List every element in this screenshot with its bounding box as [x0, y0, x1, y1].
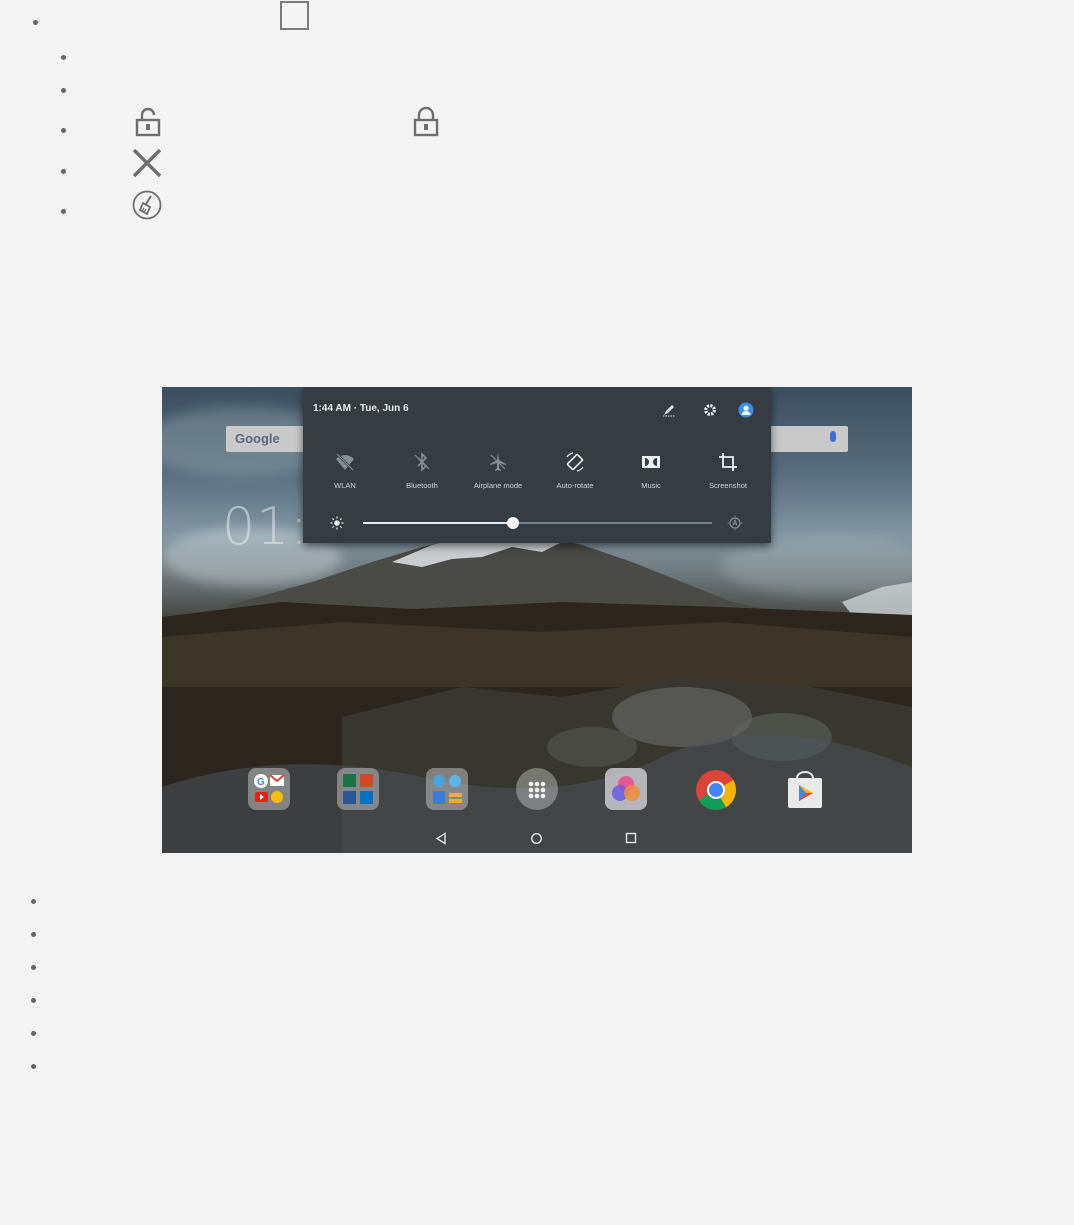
- quick-settings-panel: 1:44 AM · Tue, Jun 6 WLAN Bluetooth Airp…: [303, 387, 771, 543]
- tile-label: Music: [641, 481, 661, 490]
- list-bullet: [31, 1031, 36, 1036]
- gallery-app-icon[interactable]: [605, 768, 647, 810]
- tools-folder-icon[interactable]: [426, 768, 468, 810]
- tile-label: Bluetooth: [406, 481, 438, 490]
- auto-brightness-icon[interactable]: [727, 515, 743, 531]
- list-bullet: [61, 169, 66, 174]
- time-date: 1:44 AM · Tue, Jun 6: [313, 403, 409, 414]
- brightness-slider-thumb[interactable]: [507, 517, 520, 529]
- settings-gear-icon[interactable]: [702, 402, 718, 418]
- tile-auto-rotate[interactable]: Auto-rotate: [537, 451, 613, 490]
- tile-label: Airplane mode: [473, 481, 523, 490]
- list-bullet: [31, 899, 36, 904]
- tablet-home-screenshot: Google 01: 1:44 AM · Tue, Jun 6 WLAN Blu…: [162, 387, 912, 853]
- recent-apps-square-icon: [280, 1, 309, 30]
- clean-broom-icon: [132, 190, 162, 220]
- list-bullet: [61, 55, 66, 60]
- brightness-slider-fill: [363, 522, 514, 524]
- color-circles-icon: [612, 776, 640, 801]
- play-store-app-icon[interactable]: [783, 768, 825, 810]
- list-bullet: [31, 965, 36, 970]
- list-bullet: [61, 209, 66, 214]
- brightness-slider[interactable]: [363, 517, 712, 529]
- list-bullet: [61, 128, 66, 133]
- folder-contents-icon: [343, 774, 373, 804]
- close-icon: [132, 148, 162, 178]
- chrome-app-icon[interactable]: [694, 768, 736, 810]
- tile-label: Auto-rotate: [556, 481, 594, 490]
- lock-icon: [413, 106, 439, 137]
- list-bullet: [31, 1064, 36, 1069]
- bluetooth-off-icon: [414, 452, 430, 472]
- all-apps-icon[interactable]: [516, 768, 558, 810]
- tile-music[interactable]: Music: [613, 451, 689, 490]
- navigation-bar: [162, 825, 912, 853]
- home-icon[interactable]: [530, 832, 543, 845]
- list-bullet: [61, 88, 66, 93]
- folder-contents-icon: [433, 775, 462, 804]
- tile-screenshot[interactable]: Screenshot: [690, 451, 766, 490]
- office-folder-icon[interactable]: [337, 768, 379, 810]
- user-avatar-icon[interactable]: [738, 402, 754, 418]
- unlock-icon: [135, 107, 161, 137]
- google-apps-folder-icon[interactable]: G: [248, 768, 290, 810]
- google-logo: Google: [235, 431, 280, 446]
- tile-wlan[interactable]: WLAN: [307, 451, 383, 490]
- list-bullet: [33, 20, 38, 25]
- folder-contents-icon: G: [254, 774, 285, 803]
- chrome-icon: [696, 770, 736, 810]
- tile-label: Screenshot: [709, 481, 747, 490]
- wifi-off-icon: [336, 453, 354, 471]
- recent-apps-icon[interactable]: [625, 832, 637, 844]
- apps-grid-icon: [528, 781, 546, 799]
- play-store-icon: [788, 771, 822, 808]
- brightness-low-icon: [330, 516, 344, 530]
- tile-bluetooth[interactable]: Bluetooth: [384, 451, 460, 490]
- auto-rotate-icon: [566, 452, 584, 472]
- svg-text:G: G: [257, 777, 265, 788]
- dolby-icon: [642, 456, 660, 468]
- microphone-icon[interactable]: [830, 431, 836, 442]
- list-bullet: [31, 932, 36, 937]
- home-clock-widget: 01:: [222, 497, 309, 557]
- back-icon[interactable]: [435, 832, 447, 845]
- edit-icon[interactable]: [661, 402, 677, 418]
- tile-airplane-mode[interactable]: Airplane mode: [460, 451, 536, 490]
- airplane-icon: [490, 453, 506, 471]
- tile-label: WLAN: [334, 481, 356, 490]
- crop-icon: [719, 453, 737, 471]
- list-bullet: [31, 998, 36, 1003]
